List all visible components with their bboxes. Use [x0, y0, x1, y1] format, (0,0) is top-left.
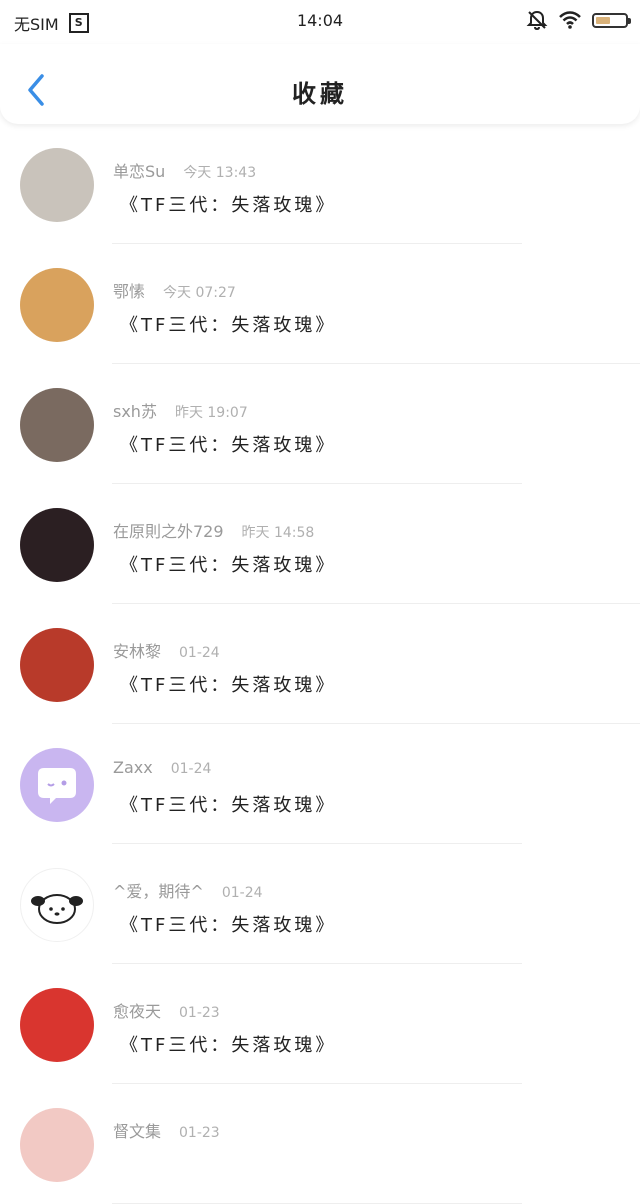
item-meta: 鄂愫 今天 07:27: [113, 278, 236, 302]
timestamp: 01-24: [221, 885, 263, 901]
nav-bar: 收藏: [0, 44, 640, 124]
list-item[interactable]: 督文集 01-23: [0, 1084, 640, 1204]
list-item[interactable]: 愈夜天 01-23 《TF三代：失落玫瑰》: [0, 964, 640, 1084]
chat-bubble-icon: [38, 768, 76, 804]
timestamp: 01-23: [179, 1125, 220, 1141]
story-title[interactable]: 《TF三代：失落玫瑰》: [120, 551, 336, 577]
item-meta: 安林黎 01-24: [113, 638, 220, 662]
item-meta: 单恋Su 今天 13:43: [113, 158, 256, 182]
timestamp: 01-24: [179, 645, 220, 661]
bell-off-icon: [526, 10, 548, 31]
avatar[interactable]: [20, 628, 94, 702]
timestamp: 昨天 14:58: [241, 525, 315, 541]
list-item[interactable]: 单恋Su 今天 13:43 《TF三代：失落玫瑰》: [0, 124, 640, 244]
item-meta: sxh苏 昨天 19:07: [113, 398, 248, 422]
username[interactable]: ^爱，期待^: [113, 882, 204, 901]
timestamp: 昨天 19:07: [174, 405, 248, 421]
story-title[interactable]: 《TF三代：失落玫瑰》: [120, 191, 336, 217]
item-meta: 愈夜天 01-23: [113, 998, 220, 1022]
avatar[interactable]: [20, 748, 94, 822]
username[interactable]: 督文集: [113, 1122, 161, 1141]
username[interactable]: sxh苏: [113, 402, 157, 421]
avatar[interactable]: [20, 508, 94, 582]
username[interactable]: Zaxx: [113, 758, 153, 777]
username[interactable]: 单恋Su: [113, 162, 165, 181]
story-title[interactable]: 《TF三代：失落玫瑰》: [120, 671, 336, 697]
page-title: 收藏: [292, 80, 348, 108]
list-item[interactable]: sxh苏 昨天 19:07 《TF三代：失落玫瑰》: [0, 364, 640, 484]
story-title[interactable]: 《TF三代：失落玫瑰》: [120, 431, 336, 457]
timestamp: 今天 13:43: [183, 165, 257, 181]
battery-icon: [592, 12, 631, 28]
avatar[interactable]: [20, 268, 94, 342]
story-title[interactable]: 《TF三代：失落玫瑰》: [120, 1031, 336, 1057]
list-item[interactable]: 在原則之外729 昨天 14:58 《TF三代：失落玫瑰》: [0, 484, 640, 604]
item-meta: 在原則之外729 昨天 14:58: [113, 518, 314, 542]
item-meta: ^爱，期待^ 01-24: [113, 878, 263, 902]
story-title[interactable]: 《TF三代：失落玫瑰》: [120, 911, 336, 937]
avatar[interactable]: [20, 988, 94, 1062]
story-title[interactable]: 《TF三代：失落玫瑰》: [120, 311, 336, 337]
timestamp: 01-23: [179, 1005, 220, 1021]
list-item[interactable]: 安林黎 01-24 《TF三代：失落玫瑰》: [0, 604, 640, 724]
username[interactable]: 鄂愫: [113, 282, 145, 301]
avatar[interactable]: [20, 388, 94, 462]
status-bar: 无SIM S 14:04: [0, 0, 640, 44]
avatar[interactable]: [20, 1108, 94, 1182]
list-item[interactable]: Zaxx 01-24 《TF三代：失落玫瑰》: [0, 724, 640, 844]
timestamp: 今天 07:27: [163, 285, 236, 301]
story-title[interactable]: 《TF三代：失落玫瑰》: [120, 791, 336, 817]
dog-face-icon: [31, 894, 83, 924]
username[interactable]: 愈夜天: [113, 1002, 161, 1021]
timestamp: 01-24: [170, 761, 212, 777]
avatar[interactable]: [20, 148, 94, 222]
item-meta: 督文集 01-23: [113, 1118, 220, 1142]
list-item[interactable]: 鄂愫 今天 07:27 《TF三代：失落玫瑰》: [0, 244, 640, 364]
username[interactable]: 安林黎: [113, 642, 161, 661]
item-meta: Zaxx 01-24: [113, 758, 211, 777]
favorites-list: 单恋Su 今天 13:43 《TF三代：失落玫瑰》 鄂愫 今天 07:27 《TF三代：失…: [0, 124, 640, 1204]
wifi-icon: [559, 11, 581, 29]
username[interactable]: 在原則之外729: [113, 522, 224, 541]
list-item[interactable]: ^爱，期待^ 01-24 《TF三代：失落玫瑰》: [0, 844, 640, 964]
avatar[interactable]: [20, 868, 94, 942]
